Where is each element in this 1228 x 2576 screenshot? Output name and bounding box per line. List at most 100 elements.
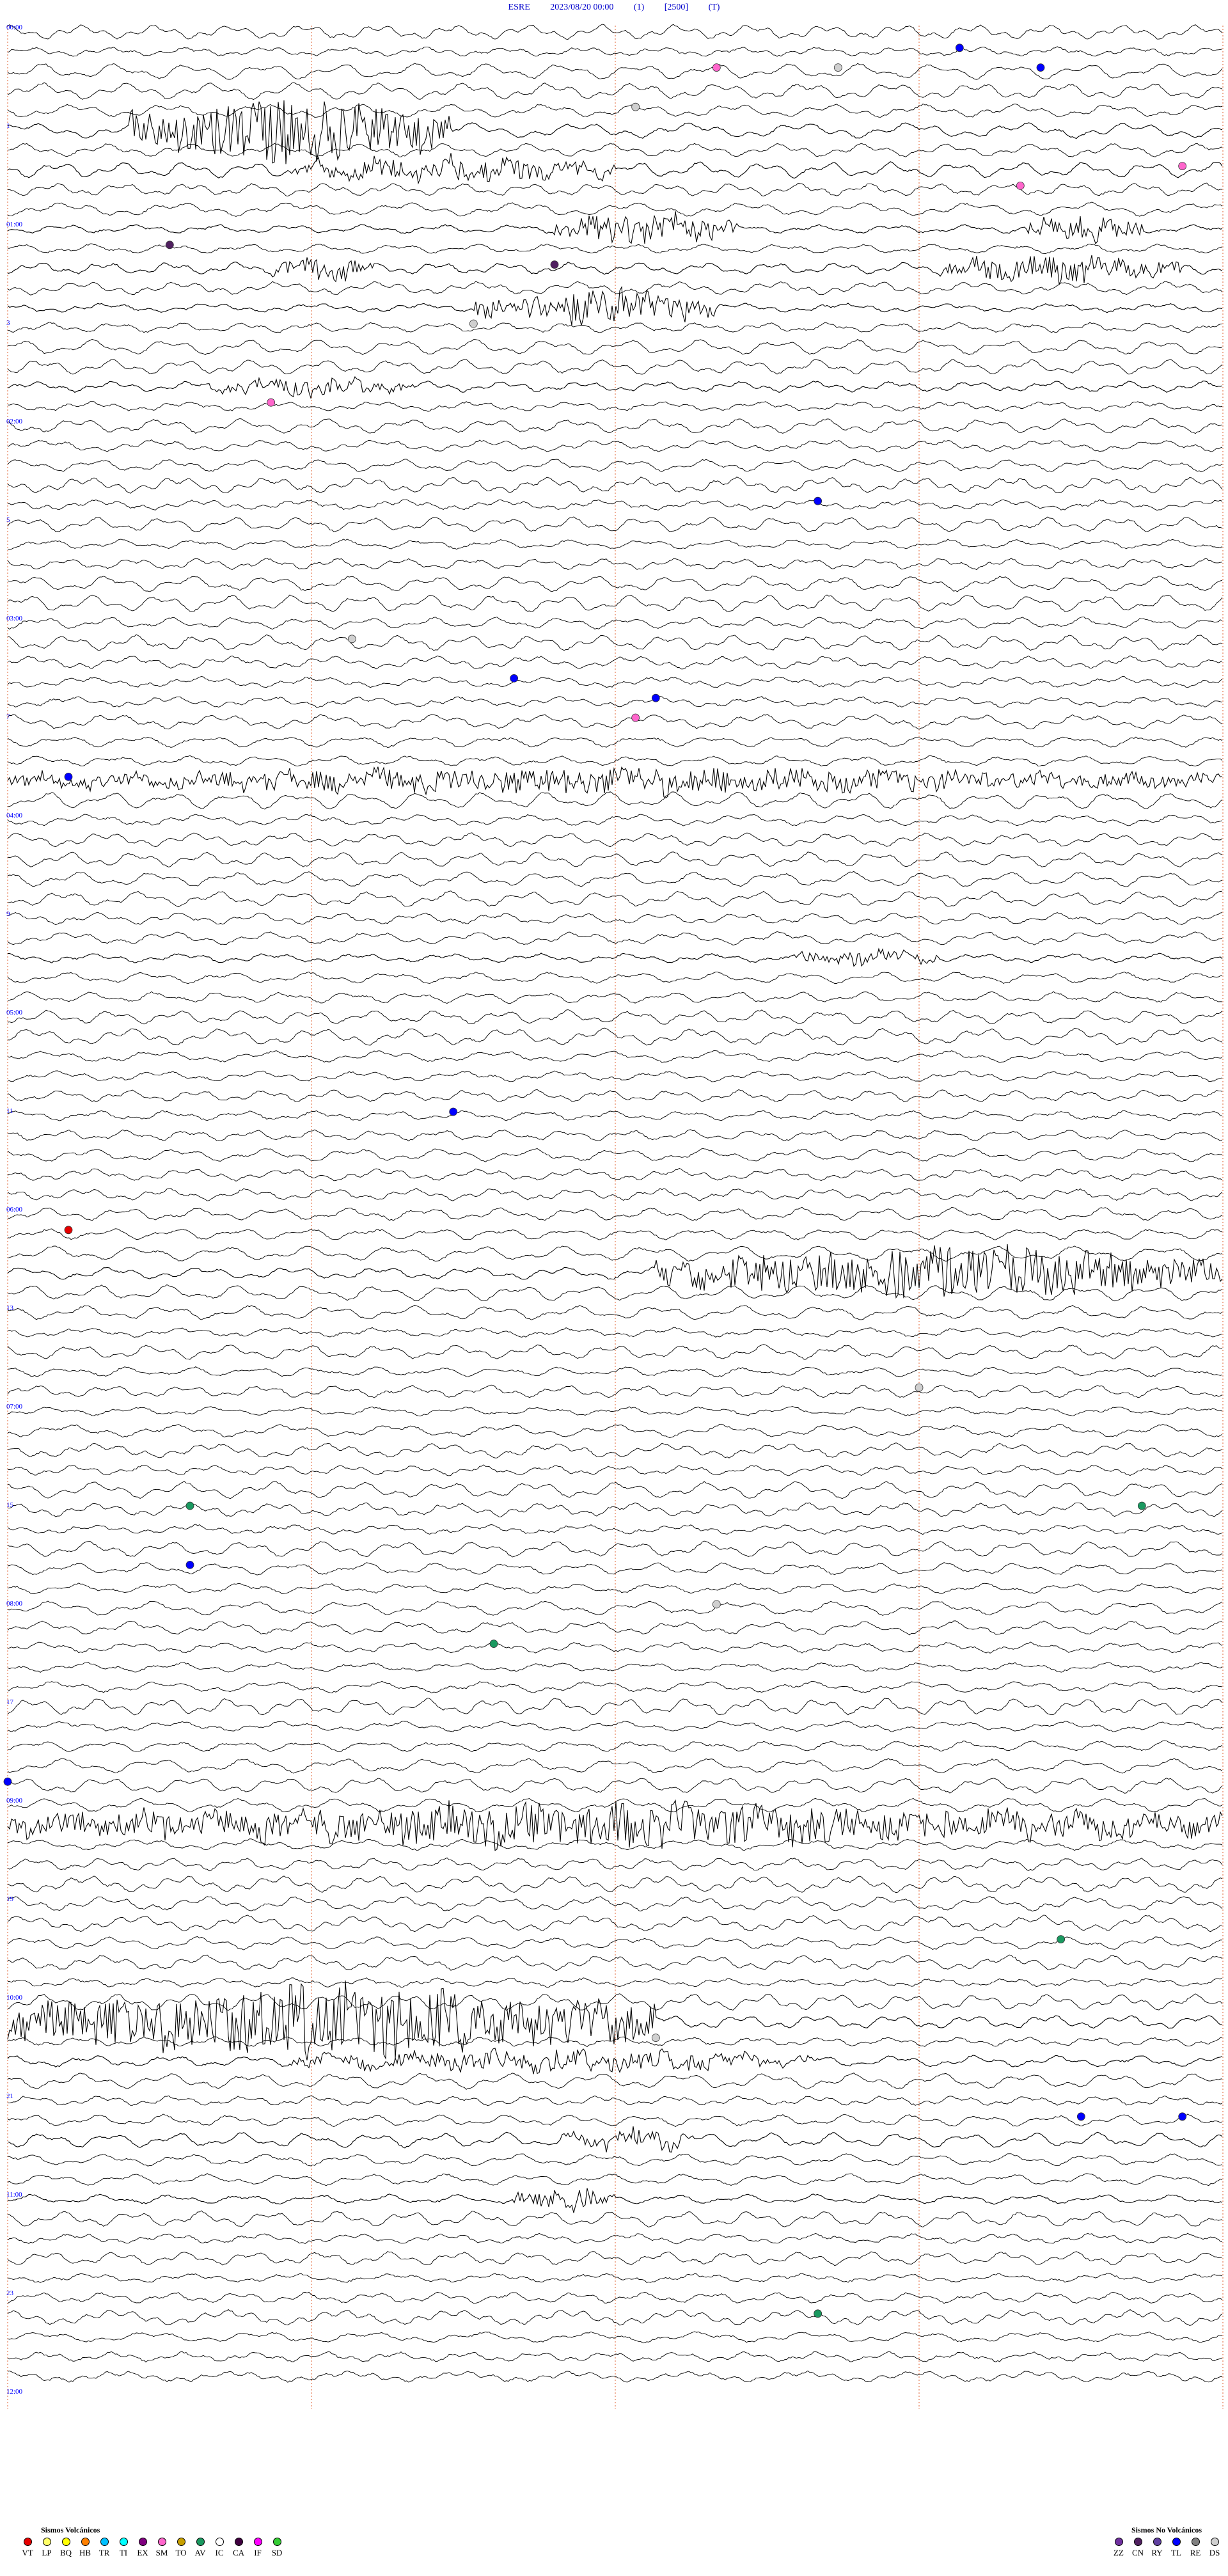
legend-code: TO [175,2548,187,2557]
legend-dot-ry [1153,2538,1161,2546]
legend-dot-ti [119,2538,128,2546]
legend-code: SM [155,2548,168,2557]
time-label: 00:00 [6,24,23,31]
legend-item-lp: LP [37,2538,56,2558]
legend-dot-ca [234,2538,243,2546]
trace-row-11 [8,243,1223,254]
legend-code: IC [215,2548,224,2557]
legend-item-ic: IC [210,2538,229,2558]
event-marker-tl [1036,63,1045,72]
trace-row-81 [7,1620,1223,1636]
time-label: 09:00 [6,1797,23,1805]
trace-row-100 [7,1993,1223,2011]
legend-nonvolcanic-items: ZZ CN RY TL RE DS [1109,2538,1224,2558]
event-marker-ds [833,63,842,72]
legend-dot-lp [42,2538,51,2546]
legend-item-ca: CA [229,2538,248,2558]
trace-row-68 [7,1366,1223,1377]
legend-code: CN [1131,2548,1144,2557]
event-marker-tl [1178,2112,1187,2121]
legend-code: EX [137,2548,148,2557]
time-label: 12:00 [6,2388,23,2396]
trace-row-29 [7,594,1223,612]
legend-item-zz: ZZ [1109,2538,1128,2558]
event-marker-sm [267,398,276,407]
event-marker-cn [550,260,559,269]
event-marker-tl [1076,2112,1085,2121]
event-marker-ds [469,319,478,328]
event-markers [3,43,1187,2318]
legend-item-ex: EX [133,2538,152,2558]
legend-item-vt: VT [18,2538,37,2558]
trace-row-54 [7,1089,1223,1103]
trace-row-55 [7,1110,1222,1121]
time-label: 15 [6,1501,14,1509]
event-marker-ds [712,1600,721,1609]
trace-row-66 [7,1327,1223,1338]
event-marker-ds [347,635,356,644]
trace-row-104 [7,2072,1223,2090]
legend-dot-if [253,2538,262,2546]
time-label: 13 [6,1304,14,1312]
legend-nonvolcanic: Sismos No Volcánicos ZZ CN RY TL RE DS [1109,2525,1224,2558]
legend-code: TR [98,2548,110,2557]
event-marker-sm [1178,162,1187,171]
legend-dot-tl [1172,2538,1181,2546]
time-label: 1 [6,122,10,130]
trace-row-73 [7,1464,1223,1476]
time-label: 23 [6,2289,14,2297]
time-label: 02:00 [6,418,23,425]
time-label: 10:00 [6,1994,23,2002]
trace-row-111 [7,2210,1223,2228]
legend-dot-to [177,2538,185,2546]
event-marker-sm [1016,181,1025,190]
legend-item-if: IF [248,2538,267,2558]
legend-code: ZZ [1114,2548,1124,2557]
legend-dot-ds [1210,2538,1219,2546]
legend-item-av: AV [191,2538,210,2558]
legend-dot-tr [100,2538,109,2546]
legend-volcanic-items: VT LP BQ HB TR TI EX SM TO AV IC CA IF SD [18,2538,287,2558]
legend-item-cn: CN [1128,2538,1147,2558]
legend-dot-sd [272,2538,281,2546]
legend-code: RY [1151,2548,1163,2557]
legend-dot-ex [138,2538,147,2546]
time-label: 11 [6,1107,13,1115]
event-marker-vt [64,1226,73,1235]
trace-row-86 [7,1720,1223,1732]
event-marker-tl [185,1560,194,1569]
trace-row-21 [7,439,1223,453]
legend-code: TI [119,2548,128,2557]
legend-code: CA [232,2548,245,2557]
trace-row-6 [7,143,1223,157]
legend-item-tl: TL [1167,2538,1186,2558]
legend-dot-hb [81,2538,90,2546]
legend-item-re: RE [1186,2538,1205,2558]
trace-row-74 [7,1481,1223,1499]
time-label: 5 [6,516,10,524]
legend-dot-zz [1114,2538,1123,2546]
time-label: 11:00 [6,2191,22,2199]
legend-item-ds: DS [1205,2538,1224,2558]
legend-dot-bq [61,2538,70,2546]
event-marker-ds [631,102,640,111]
event-marker-tl [955,43,964,52]
legend-code: VT [22,2548,33,2557]
legend-item-bq: BQ [56,2538,75,2558]
legend-dot-vt [23,2538,32,2546]
event-marker-sm [712,63,721,72]
legend-dot-re [1191,2538,1200,2546]
event-marker-av [814,2309,823,2318]
event-marker-ds [915,1383,924,1392]
legend-code: DS [1209,2548,1220,2557]
legend-item-ti: TI [114,2538,133,2558]
time-label: 08:00 [6,1600,23,1608]
legend-item-tr: TR [95,2538,114,2558]
legend-item-ry: RY [1147,2538,1167,2558]
trace-row-101 [7,1980,1223,2060]
legend-code: LP [42,2548,52,2557]
event-marker-tl [651,693,660,702]
time-label: 04:00 [6,812,23,819]
time-label: 07:00 [6,1403,23,1410]
legend-code: AV [194,2548,206,2557]
